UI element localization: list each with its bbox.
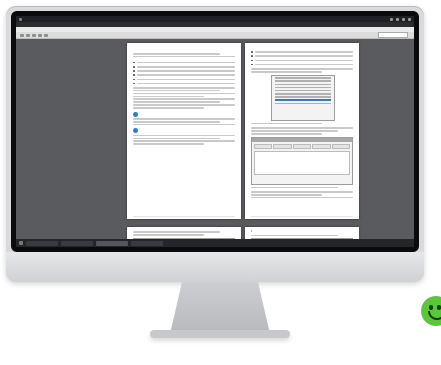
numbered-item: 1 — [251, 230, 253, 233]
text-line — [133, 95, 205, 98]
previous-page-icon[interactable] — [26, 33, 30, 37]
zoom-select[interactable] — [378, 32, 408, 38]
monitor-stand — [170, 282, 270, 334]
smiley-face-icon — [421, 296, 441, 326]
taskbar-item-1[interactable] — [26, 240, 58, 246]
list-item — [251, 63, 353, 67]
text-line — [133, 120, 220, 123]
text-line — [251, 70, 323, 73]
text-line — [133, 143, 205, 145]
text-line — [251, 234, 338, 237]
sidebar-toggle-icon[interactable] — [20, 33, 24, 37]
text-line — [133, 86, 235, 89]
text-line — [133, 123, 235, 126]
style-dialog-figure — [251, 136, 353, 185]
system-tray — [390, 17, 411, 21]
text-line — [133, 53, 220, 55]
power-icon[interactable] — [408, 17, 411, 21]
text-line — [251, 186, 338, 189]
document-view[interactable]: 1 — [16, 39, 414, 247]
text-line — [133, 89, 220, 92]
start-menu-icon[interactable] — [19, 241, 23, 245]
volume-icon[interactable] — [396, 17, 399, 21]
figure-caption — [251, 122, 323, 125]
page-footer — [133, 215, 235, 217]
text-line — [251, 193, 323, 196]
text-line — [133, 92, 235, 95]
next-page-icon[interactable] — [32, 33, 36, 37]
text-line — [133, 137, 220, 140]
app-menu-icon[interactable] — [19, 17, 22, 21]
monitor-bezel: 1 — [11, 11, 419, 252]
text-line — [133, 118, 235, 120]
list-item — [133, 81, 235, 85]
text-line — [133, 107, 205, 109]
text-line — [133, 140, 235, 143]
style-list-figure — [271, 74, 335, 121]
text-line — [251, 127, 353, 129]
monitor-stand-base — [150, 330, 290, 338]
text-line — [251, 196, 353, 199]
page-header — [133, 46, 235, 50]
text-line — [251, 130, 338, 132]
zoom-in-icon[interactable] — [44, 33, 48, 37]
text-line — [133, 98, 235, 101]
text-line — [133, 234, 205, 236]
viewer-toolbar — [16, 32, 414, 39]
info-bubble-icon — [133, 111, 138, 117]
page-footer — [251, 215, 353, 217]
text-line — [133, 231, 220, 233]
monitor-chin — [6, 252, 424, 282]
taskbar — [16, 239, 414, 247]
text-line — [133, 134, 235, 137]
subsection-heading — [133, 128, 235, 134]
network-icon[interactable] — [390, 17, 393, 21]
info-bubble-icon — [133, 128, 138, 134]
zoom-out-icon[interactable] — [38, 33, 42, 37]
dialog-title — [252, 137, 352, 142]
text-line — [133, 55, 235, 58]
monitor: 1 — [6, 6, 424, 282]
text-line — [133, 104, 235, 106]
callout-heading — [133, 111, 235, 117]
battery-icon[interactable] — [402, 17, 405, 21]
text-line — [251, 68, 353, 70]
text-line — [133, 101, 220, 103]
taskbar-item-2[interactable] — [61, 240, 93, 246]
document-page-2 — [245, 43, 359, 219]
taskbar-item-4[interactable] — [131, 240, 163, 246]
text-line — [251, 191, 353, 193]
text-line — [251, 132, 323, 135]
screen: 1 — [16, 16, 414, 247]
taskbar-item-3[interactable] — [96, 240, 128, 246]
document-page-1 — [127, 43, 241, 219]
